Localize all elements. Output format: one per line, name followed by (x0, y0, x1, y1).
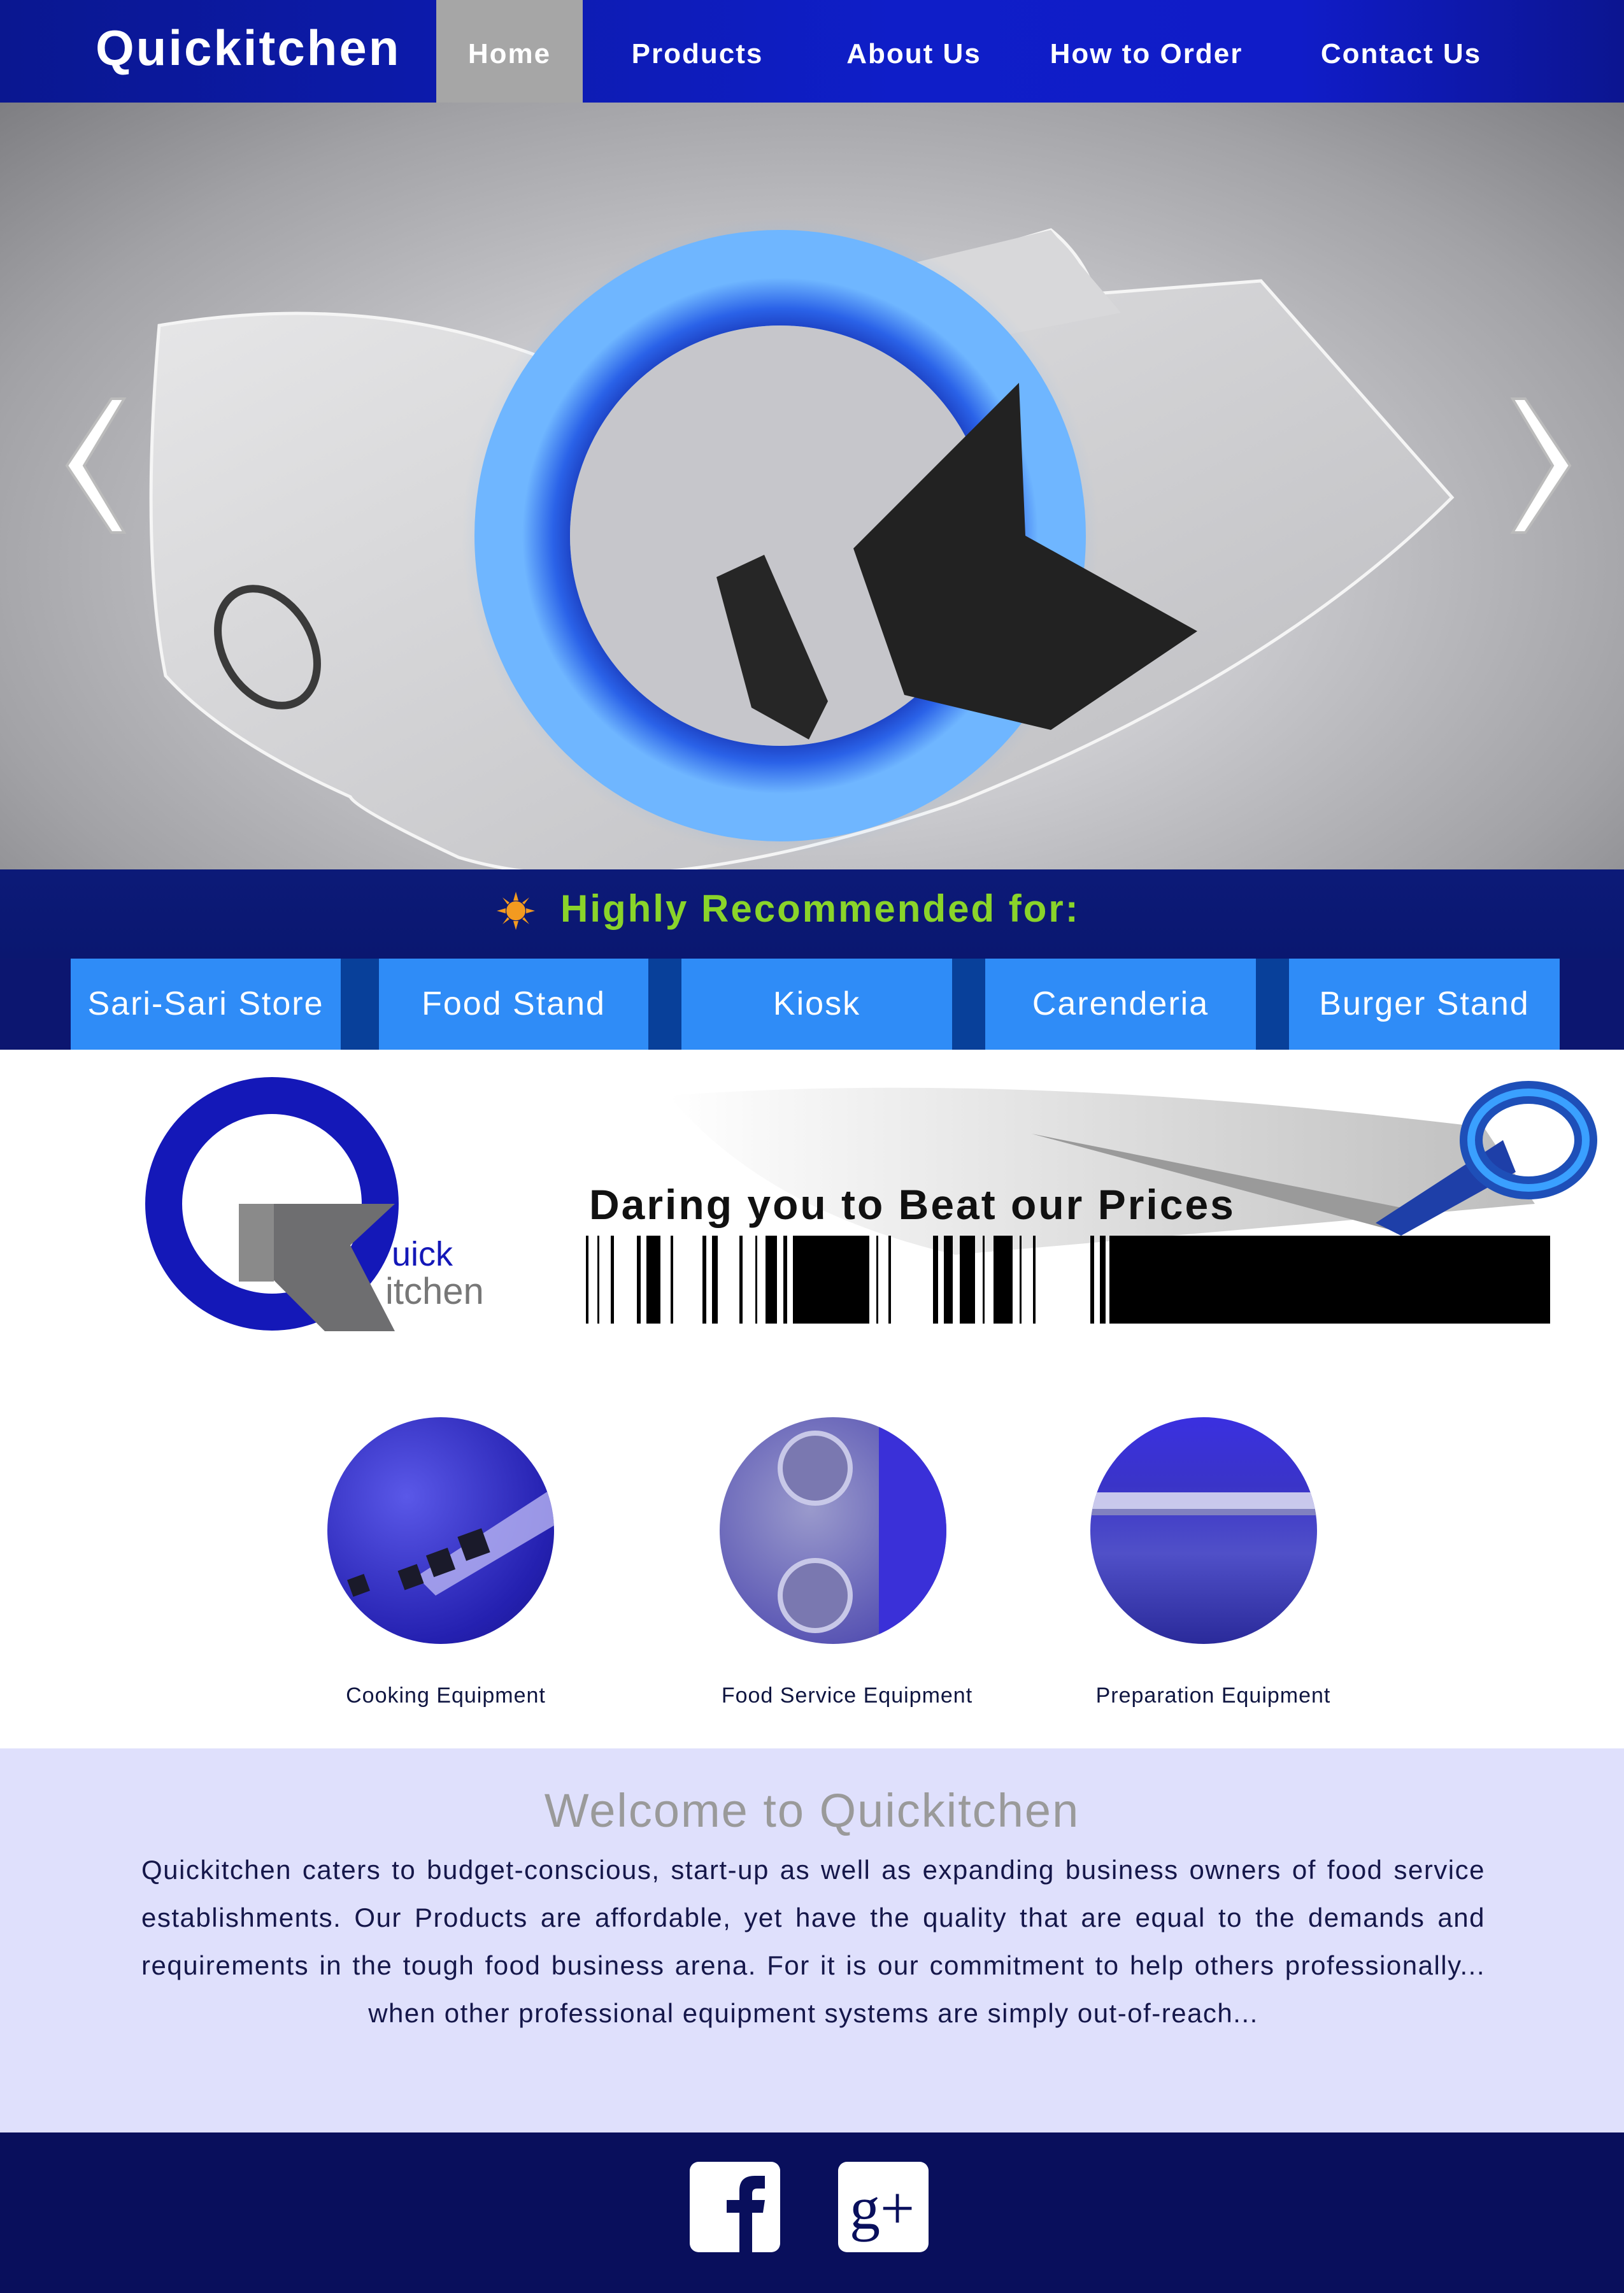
recommended-divider (1256, 959, 1289, 1050)
google-plus-icon[interactable]: g+ (838, 2162, 929, 2252)
svg-text:g+: g+ (850, 2174, 915, 2242)
preparation-equipment-image[interactable] (1090, 1417, 1317, 1644)
category-label-cooking[interactable]: Cooking Equipment (318, 1683, 573, 1708)
recommended-sari-sari-store[interactable]: Sari-Sari Store (71, 959, 341, 1050)
barcode-graphic (586, 1236, 1550, 1324)
sun-icon (497, 892, 535, 930)
quickitchen-logo: uick itchen (145, 1077, 484, 1331)
hero-artwork (65, 217, 1572, 869)
nav-home[interactable]: Home (436, 0, 583, 103)
category-label-preparation[interactable]: Preparation Equipment (1076, 1683, 1350, 1708)
recommended-burger-stand[interactable]: Burger Stand (1289, 959, 1560, 1050)
recommended-divider (952, 959, 985, 1050)
cooking-equipment-image[interactable] (327, 1417, 554, 1644)
brand-logo-text[interactable]: Quickitchen (96, 19, 401, 77)
recommended-title: Highly Recommended for: (560, 887, 1080, 930)
price-slogan: Daring you to Beat our Prices (589, 1181, 1236, 1228)
welcome-paragraph: Quickitchen caters to budget-conscious, … (141, 1855, 1485, 2028)
logo-text-uick: uick (392, 1235, 453, 1273)
hero-slider (0, 103, 1624, 869)
nav-contact-us[interactable]: Contact Us (1299, 0, 1503, 103)
recommended-divider (341, 959, 379, 1050)
nav-about-us[interactable]: About Us (828, 0, 1000, 103)
next-slide-icon[interactable] (1510, 397, 1572, 534)
prev-slide-icon[interactable] (65, 397, 127, 534)
food-service-equipment-image[interactable] (720, 1417, 946, 1644)
facebook-icon[interactable] (690, 2162, 780, 2252)
nav-products[interactable]: Products (611, 0, 783, 103)
welcome-title: Welcome to Quickitchen (544, 1784, 1080, 1837)
category-label-food-service[interactable]: Food Service Equipment (701, 1683, 994, 1708)
logo-text-itchen: itchen (385, 1271, 484, 1312)
recommended-food-stand[interactable]: Food Stand (379, 959, 648, 1050)
recommended-kiosk[interactable]: Kiosk (681, 959, 952, 1050)
recommended-divider (648, 959, 681, 1050)
nav-how-to-order[interactable]: How to Order (1038, 0, 1255, 103)
site-footer (0, 2132, 1624, 2293)
recommended-carenderia[interactable]: Carenderia (985, 959, 1256, 1050)
